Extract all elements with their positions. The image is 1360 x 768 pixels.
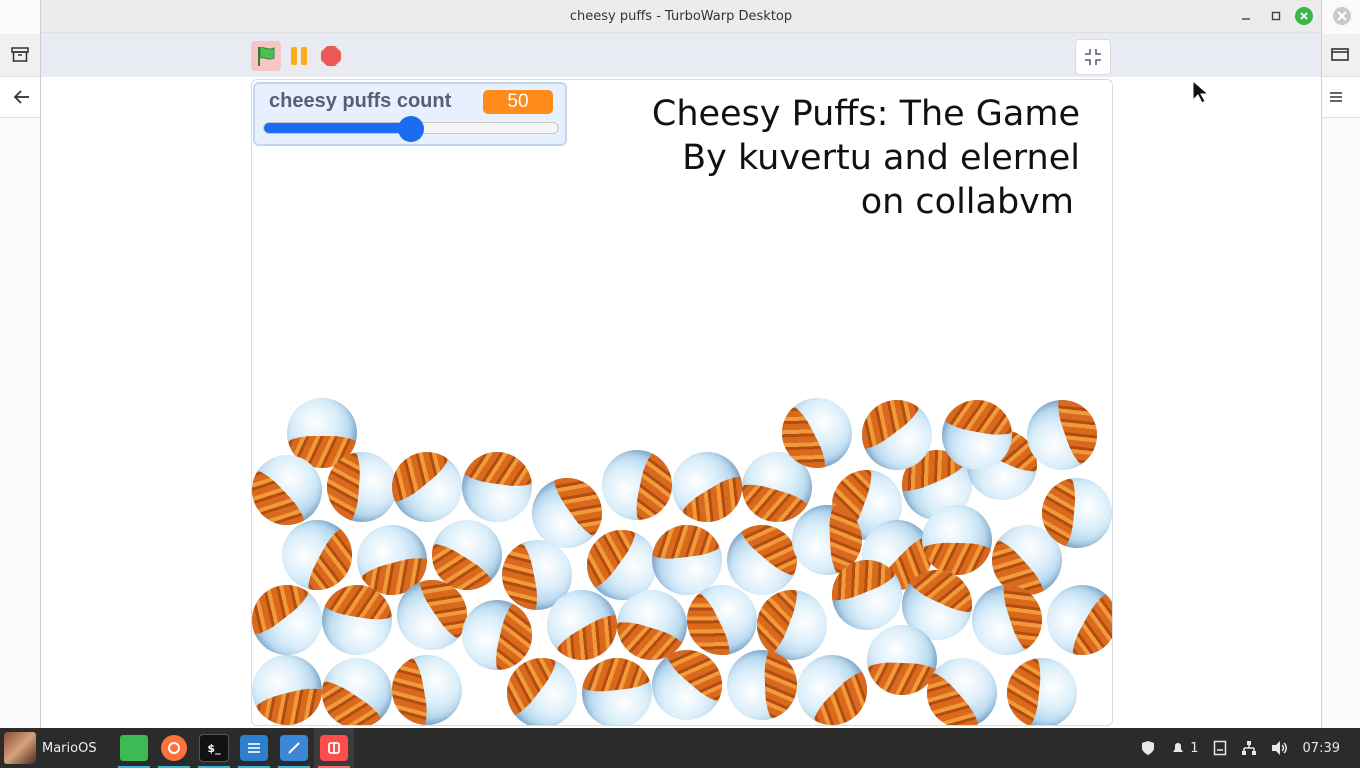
title-bar[interactable]: cheesy puffs - TurboWarp Desktop <box>41 0 1321 33</box>
turbowarp-icon <box>320 735 348 761</box>
cheesy-puff-bowl <box>578 654 656 725</box>
text-editor-icon <box>240 735 268 761</box>
firefox-icon <box>161 735 187 761</box>
pause-icon <box>291 47 307 65</box>
slider-thumb[interactable] <box>398 116 424 142</box>
taskbar-app-turbowarp[interactable] <box>314 728 354 768</box>
cheesy-puff-bowl <box>386 649 468 725</box>
taskbar-app-firefox[interactable] <box>154 728 194 768</box>
variable-monitor[interactable]: cheesy puffs count 50 <box>253 82 567 146</box>
flag-icon <box>258 47 275 66</box>
taskbar-app-files[interactable] <box>114 728 154 768</box>
shield-icon[interactable] <box>1140 740 1156 756</box>
cheesy-puff-bowl <box>1003 654 1081 725</box>
clock[interactable]: 07:39 <box>1303 741 1340 756</box>
system-tray: 1 07:39 <box>1140 728 1340 768</box>
mouse-cursor-icon <box>1192 80 1210 104</box>
start-menu-button[interactable]: MarioOS <box>4 732 97 764</box>
monitor-label: cheesy puffs count <box>269 90 452 112</box>
taskbar: MarioOS $_ 1 07:39 <box>0 728 1360 768</box>
folder-icon[interactable] <box>1326 40 1354 68</box>
game-title-line: on collabvm <box>860 182 1074 222</box>
start-label: MarioOS <box>42 740 97 756</box>
background-window-right[interactable] <box>1320 0 1360 728</box>
background-toolbar <box>0 34 40 77</box>
minimize-button[interactable] <box>1235 5 1257 27</box>
network-icon[interactable] <box>1241 740 1257 756</box>
folder-icon <box>120 735 148 761</box>
green-flag-button[interactable] <box>251 41 281 71</box>
close-button[interactable] <box>1295 7 1313 25</box>
taskbar-app-drawing[interactable] <box>274 728 314 768</box>
window-title: cheesy puffs - TurboWarp Desktop <box>569 8 793 24</box>
taskbar-apps: $_ <box>114 728 354 768</box>
game-title-line: Cheesy Puffs: The Game <box>651 94 1080 134</box>
slider-fill <box>264 123 411 133</box>
background-toolbar <box>1320 34 1360 77</box>
notifications-indicator[interactable]: 1 <box>1170 740 1199 756</box>
hamburger-menu-icon[interactable] <box>1322 83 1350 111</box>
monitor-value: 50 <box>483 90 553 114</box>
cheesy-puff-bowl <box>1039 475 1112 551</box>
monitor-slider[interactable] <box>263 116 559 142</box>
background-nav <box>1320 77 1360 118</box>
pen-icon <box>280 735 308 761</box>
game-title: Cheesy Puffs: The Game By kuvertu and el… <box>652 92 1080 224</box>
taskbar-app-text-editor[interactable] <box>234 728 274 768</box>
cheesy-puff-bowl <box>252 647 330 725</box>
exit-fullscreen-button[interactable] <box>1075 39 1111 75</box>
pause-button[interactable] <box>284 41 314 71</box>
background-nav <box>0 77 40 118</box>
stop-icon <box>321 46 341 66</box>
stop-button[interactable] <box>316 41 346 71</box>
back-arrow-icon[interactable] <box>8 83 36 111</box>
turbowarp-window: cheesy puffs - TurboWarp Desktop cheesy … <box>40 0 1322 728</box>
notification-icon <box>1173 743 1184 752</box>
cheesy-puff-bowl <box>457 447 537 527</box>
archive-icon[interactable] <box>6 40 34 68</box>
clipboard-icon[interactable] <box>1213 740 1227 756</box>
volume-icon[interactable] <box>1271 740 1289 756</box>
cheesy-puff-bowl <box>316 579 398 661</box>
close-icon[interactable] <box>1328 2 1356 30</box>
stage-area: cheesy puffs count 50 Cheesy Puffs: The … <box>41 77 1321 728</box>
maximize-button[interactable] <box>1265 5 1287 27</box>
stage[interactable]: cheesy puffs count 50 Cheesy Puffs: The … <box>251 79 1113 726</box>
terminal-icon: $_ <box>199 734 229 762</box>
exit-fullscreen-icon <box>1085 49 1101 65</box>
background-window-left[interactable] <box>0 0 40 728</box>
start-avatar-icon <box>4 732 36 764</box>
taskbar-app-terminal[interactable]: $_ <box>194 728 234 768</box>
game-title-line: By kuvertu and elernel <box>682 138 1080 178</box>
player-controls-bar <box>41 33 1321 77</box>
cheesy-puff-bowl <box>725 648 799 722</box>
notifications-count: 1 <box>1190 740 1199 756</box>
